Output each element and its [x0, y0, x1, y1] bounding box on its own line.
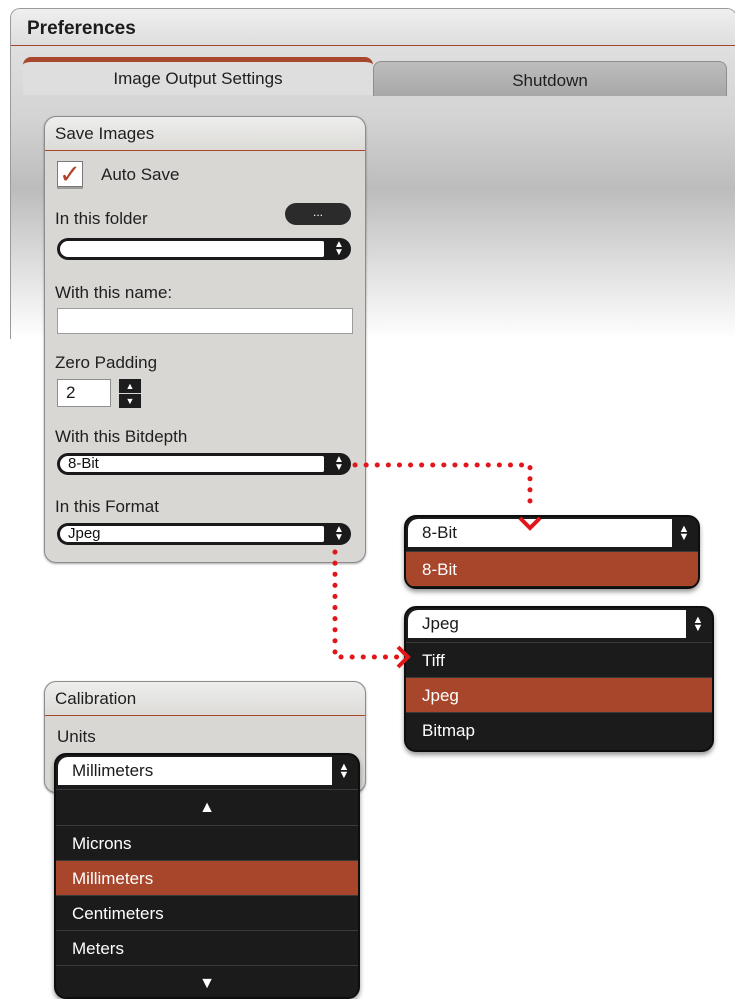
- up-down-arrows-icon: ▲ ▼: [334, 239, 344, 258]
- bitdepth-label: With this Bitdepth: [55, 427, 188, 446]
- bitdepth-dropdown-header[interactable]: 8-Bit ▲ ▼: [406, 517, 698, 553]
- folder-select-field: [60, 241, 324, 257]
- units-dropdown[interactable]: Millimeters ▲ ▼ ▲ Microns Millimeters Cen…: [54, 753, 360, 999]
- bitdepth-option-8bit[interactable]: 8-Bit: [406, 551, 698, 586]
- format-dropdown-value: Jpeg: [408, 610, 686, 638]
- panel-title: Save Images: [55, 124, 155, 143]
- name-input[interactable]: [57, 308, 353, 334]
- format-option-bitmap[interactable]: Bitmap: [406, 712, 712, 747]
- window-title: Preferences: [27, 18, 136, 39]
- units-option-meters[interactable]: Meters: [56, 930, 358, 965]
- format-label: In this Format: [55, 497, 159, 516]
- tab-image-output-settings[interactable]: Image Output Settings: [23, 57, 373, 95]
- format-option-jpeg[interactable]: Jpeg: [406, 677, 712, 712]
- units-dropdown-header[interactable]: Millimeters ▲ ▼: [56, 755, 358, 791]
- bitdepth-dropdown-value: 8-Bit: [408, 519, 672, 547]
- format-connector-line: [332, 549, 401, 660]
- format-option-tiff[interactable]: Tiff: [406, 642, 712, 677]
- up-down-arrows-icon: ▲ ▼: [334, 524, 344, 543]
- up-down-arrows-icon: ▲ ▼: [334, 454, 344, 473]
- zero-padding-down-button[interactable]: ▼: [119, 394, 141, 408]
- title-bar: Preferences: [11, 9, 735, 46]
- checkmark-icon: ✓: [59, 159, 81, 189]
- bitdepth-select-field: 8-Bit: [60, 456, 324, 472]
- scroll-down-arrow-icon[interactable]: ▼: [56, 965, 358, 997]
- scroll-up-arrow-icon[interactable]: ▲: [56, 789, 358, 825]
- auto-save-checkbox[interactable]: ✓: [57, 161, 83, 187]
- folder-label: In this folder: [55, 209, 148, 228]
- units-option-millimeters[interactable]: Millimeters: [56, 860, 358, 895]
- zero-padding-label: Zero Padding: [55, 353, 158, 372]
- panel-title: Calibration: [55, 689, 137, 708]
- folder-select[interactable]: ▲ ▼: [57, 238, 351, 260]
- save-images-panel: Save Images ✓ Auto Save In this folder .…: [44, 116, 366, 563]
- units-label: Units: [57, 727, 96, 746]
- browse-button[interactable]: ...: [285, 203, 351, 225]
- format-dropdown[interactable]: Jpeg ▲ ▼ Tiff Jpeg Bitmap: [404, 606, 714, 752]
- format-select-field: Jpeg: [60, 526, 324, 542]
- panel-header: Calibration: [45, 682, 365, 716]
- name-label: With this name:: [55, 283, 173, 302]
- up-down-arrows-icon: ▲ ▼: [338, 761, 350, 781]
- units-option-microns[interactable]: Microns: [56, 825, 358, 860]
- tab-shutdown[interactable]: Shutdown: [373, 61, 727, 96]
- units-dropdown-value: Millimeters: [58, 757, 332, 785]
- bitdepth-connector-line: [352, 462, 533, 515]
- panel-header: Save Images: [45, 117, 365, 151]
- format-dropdown-header[interactable]: Jpeg ▲ ▼: [406, 608, 712, 644]
- zero-padding-up-button[interactable]: ▲: [119, 379, 141, 393]
- auto-save-label: Auto Save: [101, 165, 180, 184]
- up-down-arrows-icon: ▲ ▼: [692, 614, 704, 634]
- bitdepth-select[interactable]: 8-Bit ▲ ▼: [57, 453, 351, 475]
- units-option-centimeters[interactable]: Centimeters: [56, 895, 358, 930]
- format-select[interactable]: Jpeg ▲ ▼: [57, 523, 351, 545]
- up-down-arrows-icon: ▲ ▼: [678, 523, 690, 543]
- zero-padding-input[interactable]: 2: [57, 379, 111, 407]
- bitdepth-dropdown[interactable]: 8-Bit ▲ ▼ 8-Bit: [404, 515, 700, 589]
